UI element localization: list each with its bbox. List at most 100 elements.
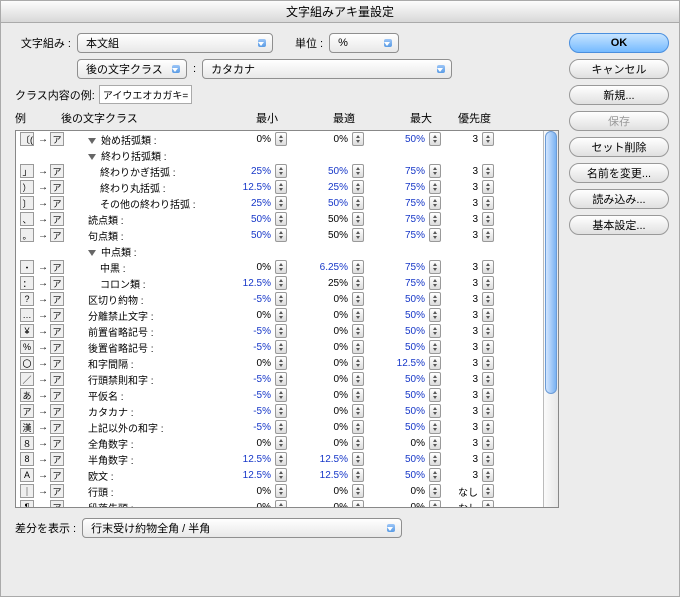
stepper[interactable] bbox=[275, 500, 287, 507]
disclosure-icon[interactable] bbox=[88, 136, 98, 146]
stepper[interactable] bbox=[275, 324, 287, 338]
stepper[interactable] bbox=[429, 276, 441, 290]
diff-select[interactable]: 行末受け約物全角 / 半角 bbox=[82, 518, 402, 538]
stepper[interactable] bbox=[429, 132, 441, 146]
stepper[interactable] bbox=[482, 180, 494, 194]
stepper[interactable] bbox=[429, 180, 441, 194]
stepper[interactable] bbox=[352, 164, 364, 178]
stepper[interactable] bbox=[482, 324, 494, 338]
stepper[interactable] bbox=[275, 452, 287, 466]
stepper[interactable] bbox=[275, 196, 287, 210]
stepper[interactable] bbox=[482, 436, 494, 450]
stepper[interactable] bbox=[429, 308, 441, 322]
stepper[interactable] bbox=[352, 388, 364, 402]
stepper[interactable] bbox=[275, 212, 287, 226]
stepper[interactable] bbox=[275, 132, 287, 146]
stepper[interactable] bbox=[275, 436, 287, 450]
stepper[interactable] bbox=[482, 260, 494, 274]
stepper[interactable] bbox=[352, 228, 364, 242]
stepper[interactable] bbox=[352, 180, 364, 194]
stepper[interactable] bbox=[429, 404, 441, 418]
stepper[interactable] bbox=[275, 388, 287, 402]
stepper[interactable] bbox=[352, 308, 364, 322]
stepper[interactable] bbox=[352, 452, 364, 466]
scrollbar[interactable] bbox=[543, 131, 558, 507]
stepper[interactable] bbox=[352, 132, 364, 146]
composition-select[interactable]: 本文組 bbox=[77, 33, 273, 53]
stepper[interactable] bbox=[352, 196, 364, 210]
basic-settings-button[interactable]: 基本設定... bbox=[569, 215, 669, 235]
stepper[interactable] bbox=[352, 276, 364, 290]
stepper[interactable] bbox=[275, 292, 287, 306]
disclosure-icon[interactable] bbox=[88, 152, 98, 162]
stepper[interactable] bbox=[429, 164, 441, 178]
stepper[interactable] bbox=[275, 180, 287, 194]
stepper[interactable] bbox=[275, 404, 287, 418]
stepper[interactable] bbox=[275, 372, 287, 386]
scrollbar-thumb[interactable] bbox=[545, 131, 557, 394]
stepper[interactable] bbox=[429, 260, 441, 274]
stepper[interactable] bbox=[352, 468, 364, 482]
stepper[interactable] bbox=[429, 292, 441, 306]
disclosure-icon[interactable] bbox=[88, 248, 98, 258]
save-button[interactable]: 保存 bbox=[569, 111, 669, 131]
stepper[interactable] bbox=[482, 468, 494, 482]
stepper[interactable] bbox=[482, 484, 494, 498]
stepper[interactable] bbox=[429, 420, 441, 434]
class-select[interactable]: カタカナ bbox=[202, 59, 452, 79]
stepper[interactable] bbox=[429, 212, 441, 226]
stepper[interactable] bbox=[352, 372, 364, 386]
stepper[interactable] bbox=[429, 468, 441, 482]
ok-button[interactable]: OK bbox=[569, 33, 669, 53]
stepper[interactable] bbox=[275, 228, 287, 242]
stepper[interactable] bbox=[352, 420, 364, 434]
stepper[interactable] bbox=[482, 164, 494, 178]
stepper[interactable] bbox=[352, 292, 364, 306]
unit-select[interactable]: % bbox=[329, 33, 399, 53]
stepper[interactable] bbox=[429, 340, 441, 354]
stepper[interactable] bbox=[429, 356, 441, 370]
stepper[interactable] bbox=[429, 436, 441, 450]
new-button[interactable]: 新規... bbox=[569, 85, 669, 105]
stepper[interactable] bbox=[352, 436, 364, 450]
stepper[interactable] bbox=[482, 500, 494, 507]
stepper[interactable] bbox=[275, 308, 287, 322]
stepper[interactable] bbox=[482, 372, 494, 386]
stepper[interactable] bbox=[275, 164, 287, 178]
stepper[interactable] bbox=[482, 308, 494, 322]
delete-set-button[interactable]: セット削除 bbox=[569, 137, 669, 157]
stepper[interactable] bbox=[352, 212, 364, 226]
stepper[interactable] bbox=[482, 276, 494, 290]
stepper[interactable] bbox=[429, 196, 441, 210]
stepper[interactable] bbox=[352, 500, 364, 507]
stepper[interactable] bbox=[352, 340, 364, 354]
stepper[interactable] bbox=[429, 500, 441, 507]
stepper[interactable] bbox=[352, 260, 364, 274]
stepper[interactable] bbox=[275, 356, 287, 370]
stepper[interactable] bbox=[482, 212, 494, 226]
stepper[interactable] bbox=[352, 404, 364, 418]
stepper[interactable] bbox=[482, 420, 494, 434]
stepper[interactable] bbox=[352, 324, 364, 338]
stepper[interactable] bbox=[275, 484, 287, 498]
import-button[interactable]: 読み込み... bbox=[569, 189, 669, 209]
stepper[interactable] bbox=[482, 452, 494, 466]
stepper[interactable] bbox=[482, 228, 494, 242]
cancel-button[interactable]: キャンセル bbox=[569, 59, 669, 79]
stepper[interactable] bbox=[352, 484, 364, 498]
stepper[interactable] bbox=[275, 276, 287, 290]
stepper[interactable] bbox=[275, 260, 287, 274]
stepper[interactable] bbox=[429, 228, 441, 242]
direction-select[interactable]: 後の文字クラス bbox=[77, 59, 187, 79]
stepper[interactable] bbox=[429, 452, 441, 466]
stepper[interactable] bbox=[482, 292, 494, 306]
stepper[interactable] bbox=[482, 340, 494, 354]
stepper[interactable] bbox=[482, 356, 494, 370]
stepper[interactable] bbox=[275, 468, 287, 482]
stepper[interactable] bbox=[429, 484, 441, 498]
stepper[interactable] bbox=[275, 420, 287, 434]
stepper[interactable] bbox=[429, 388, 441, 402]
stepper[interactable] bbox=[482, 196, 494, 210]
stepper[interactable] bbox=[352, 356, 364, 370]
stepper[interactable] bbox=[482, 404, 494, 418]
